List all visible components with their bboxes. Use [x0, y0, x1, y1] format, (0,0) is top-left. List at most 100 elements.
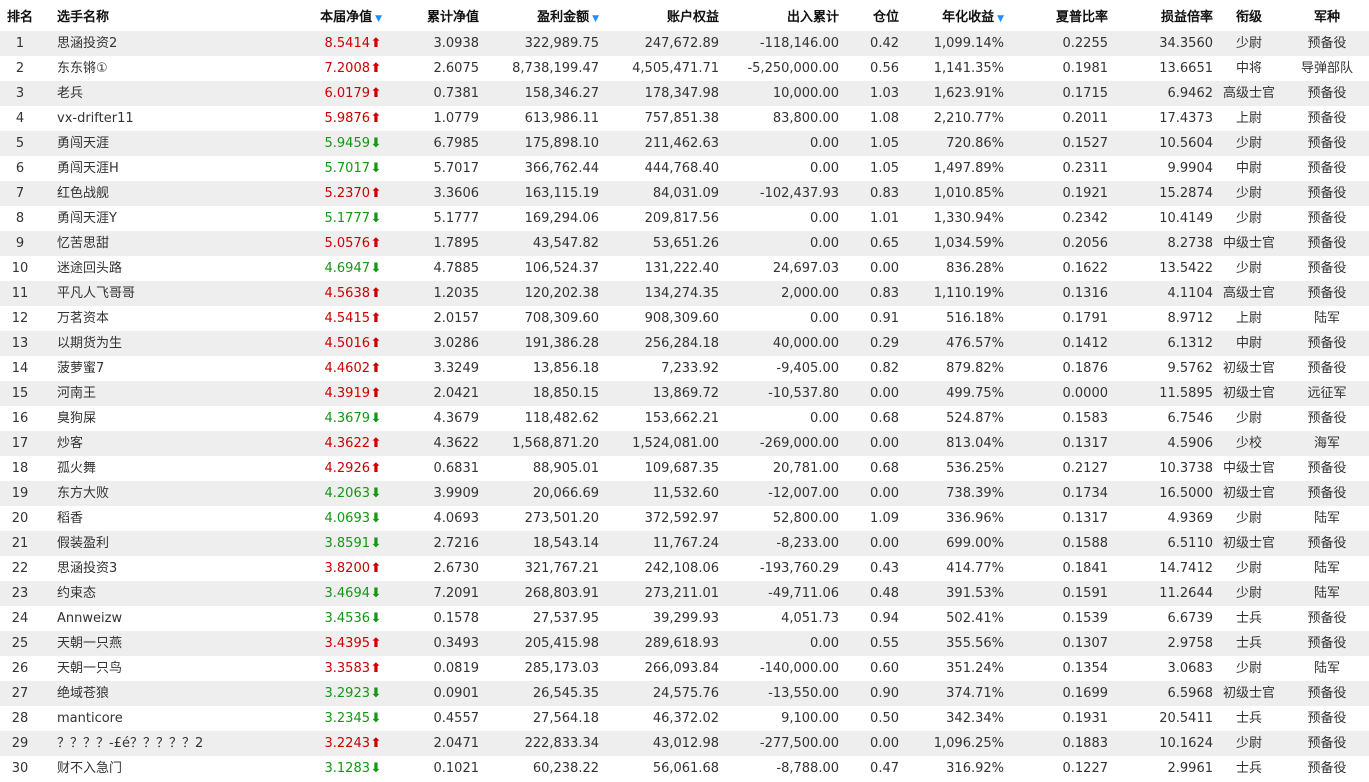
title-cell: 上尉: [1213, 106, 1285, 131]
table-row[interactable]: 5 勇闯天涯 5.9459⬇ 6.7985 175,898.10 211,462.63 0.…: [0, 131, 1369, 156]
name-cell[interactable]: ？？？？-£é？？？？？2: [40, 731, 232, 756]
name-cell[interactable]: 绝域苍狼: [40, 681, 232, 706]
table-row[interactable]: 13 以期货为生 4.5016⬆ 3.0286 191,386.28 256,284.18…: [0, 331, 1369, 356]
table-row[interactable]: 16 臭狗屎 4.3679⬇ 4.3679 118,482.62 153,662.21 0.…: [0, 406, 1369, 431]
header-nav-sortable[interactable]: 本届净值 ▼: [232, 0, 382, 31]
rank-cell: 27: [0, 681, 40, 706]
name-cell[interactable]: 思涵投资3: [40, 556, 232, 581]
table-row[interactable]: 12 万茗资本 4.5415⬆ 2.0157 708,309.60 908,309.60 0…: [0, 306, 1369, 331]
pl-ratio-cell: 10.1624: [1108, 731, 1213, 756]
sort-down-icon[interactable]: ▼: [375, 14, 382, 24]
name-cell[interactable]: 河南王: [40, 381, 232, 406]
name-cell[interactable]: 孤火舞: [40, 456, 232, 481]
profit-cell: 191,386.28: [479, 331, 599, 356]
table-row[interactable]: 30 财不入急门 3.1283⬇ 0.1021 60,238.22 56,061.68 -8…: [0, 756, 1369, 781]
table-row[interactable]: 11 平凡人飞哥哥 4.5638⬆ 1.2035 120,202.38 134,274.3…: [0, 281, 1369, 306]
nav-value: 5.9459: [324, 136, 371, 151]
equity-cell: 53,651.26: [599, 231, 719, 256]
table-row[interactable]: 21 假装盈利 3.8591⬇ 2.7216 18,543.14 11,767.24 -8,…: [0, 531, 1369, 556]
table-row[interactable]: 9 忆苦思甜 5.0576⬆ 1.7895 43,547.82 53,651.26 0.00…: [0, 231, 1369, 256]
header-profit-sortable[interactable]: 盈利金额 ▼: [479, 0, 599, 31]
name-cell[interactable]: 忆苦思甜: [40, 231, 232, 256]
arrow-up-icon: ⬆: [370, 286, 382, 301]
name-cell[interactable]: 迷途回头路: [40, 256, 232, 281]
branch-cell: 预备役: [1285, 681, 1369, 706]
table-row[interactable]: 7 红色战舰 5.2370⬆ 3.3606 163,115.19 84,031.09 -10…: [0, 181, 1369, 206]
table-row[interactable]: 14 菠萝蜜7 4.4602⬆ 3.3249 13,856.18 7,233.92 -9,4…: [0, 356, 1369, 381]
sharpe-cell: 0.1699: [1004, 681, 1108, 706]
table-row[interactable]: 4 vx-drifter11 5.9876⬆ 1.0779 613,986.11 757,…: [0, 106, 1369, 131]
nav-value: 5.0576: [324, 236, 371, 251]
header-annual-sortable[interactable]: 年化收益 ▼: [899, 0, 1004, 31]
name-cell[interactable]: 天朝一只鸟: [40, 656, 232, 681]
name-cell[interactable]: 老兵: [40, 81, 232, 106]
arrow-up-icon: ⬆: [370, 336, 382, 351]
table-row[interactable]: 20 稻香 4.0693⬇ 4.0693 273,501.20 372,592.97 52,…: [0, 506, 1369, 531]
sharpe-cell: 0.1307: [1004, 631, 1108, 656]
name-cell[interactable]: 东东锵①: [40, 56, 232, 81]
name-cell[interactable]: 以期货为生: [40, 331, 232, 356]
annual-cell: 499.75%: [899, 381, 1004, 406]
nav-cell: 6.0179⬆: [232, 81, 382, 106]
table-row[interactable]: 26 天朝一只鸟 3.3583⬆ 0.0819 285,173.03 266,093.84…: [0, 656, 1369, 681]
header-title: 衔级: [1213, 0, 1285, 31]
cum-nav-cell: 5.7017: [382, 156, 479, 181]
name-cell[interactable]: Annweizw: [40, 606, 232, 631]
cum-nav-cell: 7.2091: [382, 581, 479, 606]
table-row[interactable]: 22 思涵投资3 3.8200⬆ 2.6730 321,767.21 242,108.06…: [0, 556, 1369, 581]
name-cell[interactable]: 勇闯天涯Y: [40, 206, 232, 231]
table-row[interactable]: 17 炒客 4.3622⬆ 4.3622 1,568,871.20 1,524,081.0…: [0, 431, 1369, 456]
nav-cell: 4.6947⬇: [232, 256, 382, 281]
table-row[interactable]: 23 约束态 3.4694⬇ 7.2091 268,803.91 273,211.01 -4…: [0, 581, 1369, 606]
name-cell[interactable]: 炒客: [40, 431, 232, 456]
nav-cell: 3.2923⬇: [232, 681, 382, 706]
table-row[interactable]: 10 迷途回头路 4.6947⬇ 4.7885 106,524.37 131,222.40…: [0, 256, 1369, 281]
title-cell: 士兵: [1213, 606, 1285, 631]
table-row[interactable]: 24 Annweizw 3.4536⬇ 0.1578 27,537.95 39,299.9…: [0, 606, 1369, 631]
branch-cell: 预备役: [1285, 606, 1369, 631]
arrow-up-icon: ⬆: [370, 311, 382, 326]
name-cell[interactable]: 约束态: [40, 581, 232, 606]
table-row[interactable]: 1 思涵投资2 8.5414⬆ 3.0938 322,989.75 247,672.89-…: [0, 31, 1369, 56]
annual-cell: 738.39%: [899, 481, 1004, 506]
table-row[interactable]: 2 东东锵① 7.2008⬆ 2.6075 8,738,199.47 4,505,471.…: [0, 56, 1369, 81]
cum-nav-cell: 4.3679: [382, 406, 479, 431]
table-row[interactable]: 25 天朝一只燕 3.4395⬆ 0.3493 205,415.98 289,618.93…: [0, 631, 1369, 656]
name-cell[interactable]: 万茗资本: [40, 306, 232, 331]
name-cell[interactable]: 稻香: [40, 506, 232, 531]
nav-value: 4.3679: [324, 411, 371, 426]
table-row[interactable]: 27 绝域苍狼 3.2923⬇ 0.0901 26,545.35 24,575.76 -13…: [0, 681, 1369, 706]
sharpe-cell: 0.1921: [1004, 181, 1108, 206]
rank-cell: 22: [0, 556, 40, 581]
branch-cell: 预备役: [1285, 531, 1369, 556]
sort-down-icon[interactable]: ▼: [592, 14, 599, 24]
table-row[interactable]: 3 老兵 6.0179⬆ 0.7381 158,346.27 178,347.98 10,0…: [0, 81, 1369, 106]
name-cell[interactable]: 天朝一只燕: [40, 631, 232, 656]
name-cell[interactable]: 菠萝蜜7: [40, 356, 232, 381]
position-cell: 1.05: [839, 156, 899, 181]
table-row[interactable]: 8 勇闯天涯Y 5.1777⬇ 5.1777 169,294.06 209,817.56 0…: [0, 206, 1369, 231]
name-cell[interactable]: 财不入急门: [40, 756, 232, 781]
name-cell[interactable]: 思涵投资2: [40, 31, 232, 56]
table-row[interactable]: 6 勇闯天涯H 5.7017⬇ 5.7017 366,762.44 444,768.40 0…: [0, 156, 1369, 181]
name-cell[interactable]: 假装盈利: [40, 531, 232, 556]
sort-down-icon[interactable]: ▼: [997, 14, 1004, 24]
name-cell[interactable]: vx-drifter11: [40, 106, 232, 131]
table-row[interactable]: 28 manticore 3.2345⬇ 0.4557 27,564.18 46,372.…: [0, 706, 1369, 731]
nav-value: 4.0693: [324, 511, 371, 526]
table-row[interactable]: 15 河南王 4.3919⬆ 2.0421 18,850.15 13,869.72 -10,…: [0, 381, 1369, 406]
name-cell[interactable]: 东方大败: [40, 481, 232, 506]
name-cell[interactable]: 勇闯天涯: [40, 131, 232, 156]
table-row[interactable]: 18 孤火舞 4.2926⬆ 0.6831 88,905.01 109,687.35 20,…: [0, 456, 1369, 481]
position-cell: 1.01: [839, 206, 899, 231]
table-row[interactable]: 19 东方大败 4.2063⬇ 3.9909 20,066.69 11,532.60 -12…: [0, 481, 1369, 506]
name-cell[interactable]: manticore: [40, 706, 232, 731]
flow-cell: 0.00: [719, 131, 839, 156]
sharpe-cell: 0.1539: [1004, 606, 1108, 631]
name-cell[interactable]: 臭狗屎: [40, 406, 232, 431]
branch-cell: 预备役: [1285, 706, 1369, 731]
name-cell[interactable]: 平凡人飞哥哥: [40, 281, 232, 306]
name-cell[interactable]: 勇闯天涯H: [40, 156, 232, 181]
table-row[interactable]: 29 ？？？？-£é？？？？？2 3.2243⬆ 2.0471 222,833.34 43…: [0, 731, 1369, 756]
name-cell[interactable]: 红色战舰: [40, 181, 232, 206]
